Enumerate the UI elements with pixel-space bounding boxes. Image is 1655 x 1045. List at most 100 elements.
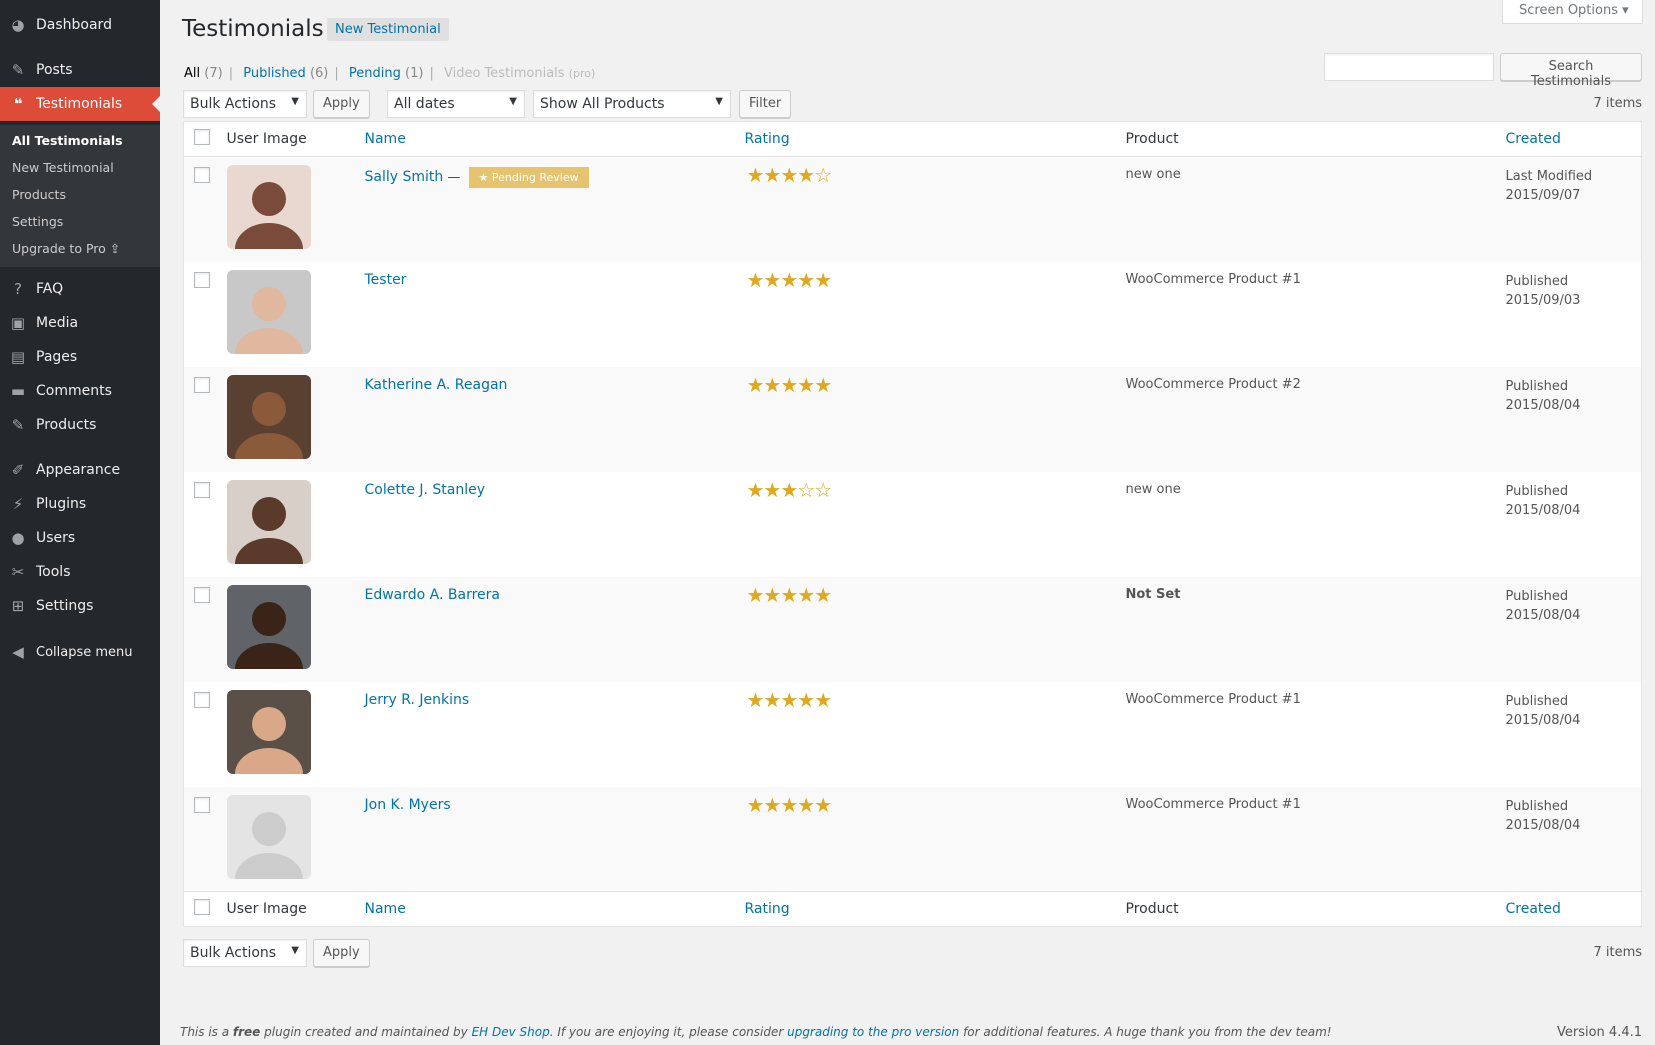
products-select[interactable]: Show All Products ▼ bbox=[533, 90, 731, 118]
bulk-actions-select[interactable]: Bulk Actions ▼ bbox=[183, 90, 307, 118]
col-rating[interactable]: Rating bbox=[745, 901, 790, 917]
testimonial-name-link[interactable]: Jerry R. Jenkins bbox=[365, 692, 470, 708]
menu-item-plugins[interactable]: ⚡ Plugins bbox=[0, 487, 160, 521]
col-name[interactable]: Name bbox=[365, 131, 406, 147]
status: Published bbox=[1505, 693, 1569, 709]
search-testimonials-button[interactable]: Search Testimonials bbox=[1500, 53, 1642, 89]
menu-item-pages[interactable]: ▤ Pages bbox=[0, 340, 160, 374]
pages-icon: ▤ bbox=[10, 348, 26, 366]
separator: — bbox=[443, 170, 465, 185]
status: Published bbox=[1505, 483, 1569, 499]
col-created[interactable]: Created bbox=[1506, 901, 1561, 917]
table-row: Sally Smith — ★ Pending Review ★★★★☆ new… bbox=[183, 156, 1642, 262]
menu-label: Tools bbox=[36, 564, 71, 580]
table-row: Katherine A. Reagan ★★★★★ WooCommerce Pr… bbox=[183, 366, 1642, 472]
search-input[interactable] bbox=[1324, 53, 1494, 81]
product-name: new one bbox=[1125, 167, 1181, 182]
user-photo bbox=[226, 584, 311, 669]
col-created[interactable]: Created bbox=[1506, 131, 1561, 147]
table-row: Jerry R. Jenkins ★★★★★ WooCommerce Produ… bbox=[184, 682, 1642, 787]
row-checkbox[interactable] bbox=[194, 481, 210, 498]
date: 2015/08/04 bbox=[1505, 712, 1581, 728]
submenu-item[interactable]: Settings bbox=[12, 214, 63, 229]
select-value: Show All Products bbox=[540, 96, 665, 112]
text: . If you are enjoying it, please conside… bbox=[549, 1025, 788, 1039]
menu-label: Comments bbox=[36, 383, 112, 399]
col-rating[interactable]: Rating bbox=[745, 131, 790, 147]
bulk-actions-select-bottom[interactable]: Bulk Actions ▼ bbox=[183, 939, 307, 967]
select-all-checkbox[interactable] bbox=[194, 129, 210, 145]
filter-published[interactable]: Published bbox=[243, 66, 306, 81]
testimonial-name-link[interactable]: Edwardo A. Barrera bbox=[365, 587, 501, 603]
settings-icon: ⊞ bbox=[11, 597, 25, 615]
footer-text: This is a free plugin created and mainta… bbox=[180, 1025, 1332, 1039]
star-rating: ★★★★★ bbox=[746, 372, 833, 397]
menu-item-comments[interactable]: ▬ Comments bbox=[0, 374, 160, 408]
text: for additional features. A huge thank yo… bbox=[959, 1025, 1332, 1039]
testimonials-submenu: All Testimonials New Testimonial Products S… bbox=[0, 125, 160, 267]
row-checkbox[interactable] bbox=[194, 586, 210, 603]
product-name: WooCommerce Product #1 bbox=[1125, 691, 1301, 707]
filter-all[interactable]: All bbox=[184, 66, 200, 81]
filter-pending[interactable]: Pending bbox=[349, 66, 401, 81]
menu-item-testimonials[interactable]: ❝ Testimonials bbox=[0, 87, 160, 121]
menu-label: Pages bbox=[36, 349, 78, 365]
menu-label: Appearance bbox=[36, 462, 121, 478]
submenu-item[interactable]: All Testimonials bbox=[12, 133, 123, 148]
menu-item-appearance[interactable]: ✐ Appearance bbox=[0, 453, 160, 487]
wrench-icon: ✂ bbox=[11, 563, 25, 581]
dropdown-arrow-icon: ▼ bbox=[291, 945, 299, 956]
menu-item-dashboard[interactable]: ◕ Dashboard bbox=[0, 8, 160, 42]
date: 2015/09/03 bbox=[1505, 292, 1581, 308]
col-product: Product bbox=[1125, 121, 1506, 157]
menu-label: Plugins bbox=[36, 496, 87, 512]
product-name: WooCommerce Product #1 bbox=[1125, 271, 1301, 287]
filter-button[interactable]: Filter bbox=[739, 90, 792, 118]
menu-label: Testimonials bbox=[36, 96, 123, 112]
new-testimonial-button[interactable]: New Testimonial bbox=[327, 18, 449, 41]
row-checkbox[interactable] bbox=[194, 796, 210, 813]
row-checkbox[interactable] bbox=[194, 691, 210, 708]
submenu-item[interactable]: Products bbox=[12, 187, 66, 202]
date: 2015/08/04 bbox=[1505, 502, 1581, 518]
menu-item-products[interactable]: ✎ Products bbox=[0, 408, 160, 442]
testimonial-name-link[interactable]: Tester bbox=[365, 272, 407, 288]
quote-icon: ❝ bbox=[13, 95, 23, 113]
menu-item-faq[interactable]: ? FAQ bbox=[0, 272, 160, 306]
star-rating: ★★★★★ bbox=[746, 792, 833, 817]
row-checkbox[interactable] bbox=[194, 167, 210, 183]
apply-button-bottom[interactable]: Apply bbox=[313, 939, 370, 967]
testimonial-name-link[interactable]: Sally Smith bbox=[365, 169, 444, 185]
date: 2015/08/04 bbox=[1505, 397, 1581, 413]
row-checkbox[interactable] bbox=[194, 271, 210, 288]
submenu-label: All Testimonials bbox=[12, 133, 123, 148]
select-all-checkbox[interactable] bbox=[194, 899, 210, 915]
table-row: Colette J. Stanley ★★★☆☆ new one Publish… bbox=[184, 472, 1642, 577]
testimonial-name-link[interactable]: Katherine A. Reagan bbox=[365, 377, 508, 393]
menu-item-users[interactable]: ● Users bbox=[0, 521, 160, 555]
menu-label: Posts bbox=[36, 62, 73, 78]
pending-review-badge: ★ Pending Review bbox=[468, 167, 589, 188]
admin-sidebar: ◕ Dashboard ✎ Posts ❝ Testimonials All Testimo… bbox=[0, 0, 160, 1045]
avatar-silhouette bbox=[234, 391, 303, 459]
testimonial-name-link[interactable]: Colette J. Stanley bbox=[365, 482, 486, 498]
count: (7) bbox=[204, 66, 223, 81]
dates-select[interactable]: All dates ▼ bbox=[387, 90, 525, 118]
avatar-silhouette bbox=[234, 182, 303, 249]
status: Last Modified bbox=[1505, 169, 1593, 184]
apply-button[interactable]: Apply bbox=[313, 90, 370, 118]
menu-item-posts[interactable]: ✎ Posts bbox=[0, 53, 160, 87]
screen-options-button[interactable]: Screen Options ▾ bbox=[1502, 0, 1643, 24]
menu-item-collapse-menu[interactable]: ◀ Collapse menu bbox=[0, 635, 160, 669]
menu-item-tools[interactable]: ✂ Tools bbox=[0, 555, 160, 589]
menu-item-media[interactable]: ▣ Media bbox=[0, 306, 160, 340]
testimonial-name-link[interactable]: Jon K. Myers bbox=[365, 797, 451, 813]
eh-dev-shop-link[interactable]: EH Dev Shop bbox=[472, 1025, 550, 1039]
upgrade-pro-link[interactable]: upgrading to the pro version bbox=[787, 1025, 959, 1039]
submenu-item[interactable]: Upgrade to Pro ⇪ bbox=[12, 241, 120, 256]
col-name[interactable]: Name bbox=[365, 901, 406, 917]
submenu-item[interactable]: New Testimonial bbox=[12, 160, 114, 175]
menu-item-settings[interactable]: ⊞ Settings bbox=[0, 589, 160, 623]
star-rating: ★★★★☆ bbox=[746, 163, 833, 187]
row-checkbox[interactable] bbox=[194, 376, 210, 393]
